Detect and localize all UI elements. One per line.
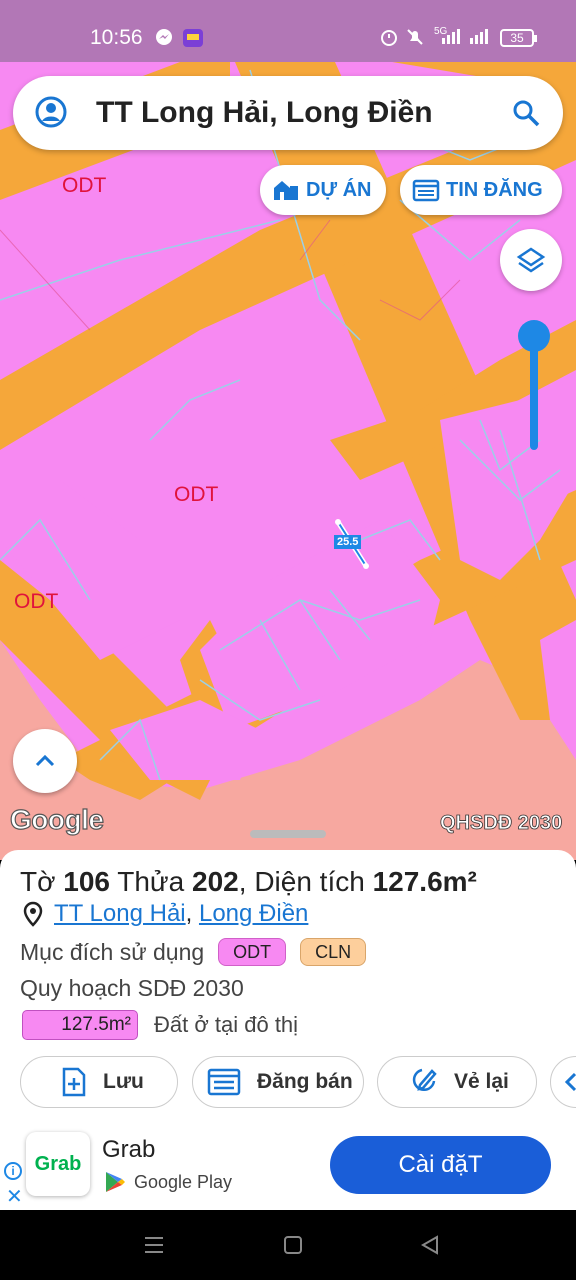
- ad-close-icon[interactable]: ✕: [6, 1184, 23, 1209]
- signal-icon: [440, 28, 492, 51]
- mute-bell-icon: [406, 28, 424, 51]
- building-icon: [274, 181, 298, 200]
- parcel-location: TT Long Hải, Long Điền: [22, 900, 308, 928]
- sheet-drag-handle[interactable]: [250, 830, 326, 838]
- alarm-icon: [380, 28, 398, 51]
- save-button[interactable]: Lưu: [20, 1056, 178, 1108]
- plan-label: Quy hoạch SDĐ 2030: [20, 975, 244, 1001]
- clock: 10:56: [90, 26, 143, 49]
- opacity-slider-handle[interactable]: [518, 320, 550, 352]
- parcel-info-sheet: Tờ 106 Thửa 202, Diện tích 127.6m² TT Lo…: [0, 850, 576, 1120]
- menu-icon[interactable]: [143, 1234, 165, 1256]
- more-actions-button[interactable]: [550, 1056, 576, 1108]
- app-notification-icon: [182, 28, 204, 53]
- projects-chip-label: DỰ ÁN: [306, 178, 372, 201]
- land-use-purpose: Mục đích sử dụng ODT CLN: [20, 938, 367, 966]
- back-icon[interactable]: [419, 1234, 441, 1256]
- home-icon[interactable]: [282, 1234, 304, 1256]
- plan-row: 127.5m² Đất ở tại đô thị: [22, 1010, 298, 1040]
- screen: ODT ODT ODT 25.5 Google QHSDĐ 2030 10:56…: [0, 0, 576, 1280]
- ad-app-name: Grab: [102, 1136, 156, 1163]
- grab-logo: Grab: [26, 1132, 90, 1196]
- purpose-tag-cln: CLN: [300, 938, 367, 966]
- expand-up-button[interactable]: [13, 729, 77, 793]
- redraw-label: Vẻ lại: [454, 1070, 509, 1093]
- battery-indicator: 35: [500, 29, 537, 47]
- location-separator: ,: [185, 900, 199, 927]
- opacity-slider-track[interactable]: [530, 340, 538, 450]
- google-play-icon: [106, 1172, 125, 1192]
- parcel-area: 127.6m²: [372, 866, 477, 897]
- purpose-tag-odt: ODT: [218, 938, 287, 966]
- map-label-odt: ODT: [62, 174, 107, 197]
- status-bar: 10:56 5G 35: [0, 0, 576, 62]
- listings-chip[interactable]: TIN ĐĂNG: [400, 165, 562, 215]
- google-attribution: Google: [9, 803, 104, 835]
- system-nav-bar: [0, 1210, 576, 1280]
- plan-area-badge: 127.5m²: [22, 1010, 138, 1040]
- map-label-odt: ODT: [174, 483, 219, 506]
- plan-layer-label: QHSDĐ 2030: [440, 812, 563, 835]
- search-location-title[interactable]: TT Long Hải, Long Điền: [96, 96, 433, 130]
- chevron-up-icon: [35, 754, 55, 767]
- layers-icon: [516, 247, 546, 273]
- projects-chip[interactable]: DỰ ÁN: [260, 165, 386, 215]
- area-label: Diện tích: [254, 866, 365, 897]
- install-button[interactable]: Cài đặT: [330, 1136, 551, 1194]
- district-link[interactable]: Long Điền: [199, 900, 308, 928]
- messenger-icon: [155, 28, 173, 51]
- purpose-label: Mục đích sử dụng: [20, 938, 205, 965]
- location-pin-icon: [23, 901, 43, 927]
- ad-banner[interactable]: i ✕ Grab Grab Google Play Cài đặT: [0, 1120, 576, 1210]
- account-icon[interactable]: [35, 96, 67, 128]
- chevron-left-icon: [564, 1072, 576, 1092]
- parcel-area-label: 25.5: [334, 535, 362, 549]
- map-label-odt: ODT: [14, 590, 59, 613]
- sheet-label: Tờ: [20, 866, 56, 897]
- commune-link[interactable]: TT Long Hải: [54, 900, 186, 928]
- layers-button[interactable]: [500, 229, 562, 291]
- listings-chip-label: TIN ĐĂNG: [446, 178, 543, 201]
- plan-description: Đất ở tại đô thị: [154, 1012, 299, 1037]
- post-for-sale-label: Đăng bán: [257, 1070, 353, 1093]
- ad-store-label: Google Play: [134, 1171, 233, 1192]
- lot-label: Thửa: [117, 866, 185, 897]
- search-bar[interactable]: TT Long Hải, Long Điền: [13, 76, 563, 150]
- lot-number: 202: [192, 866, 239, 897]
- ad-store: Google Play: [104, 1170, 232, 1194]
- add-file-icon: [62, 1067, 86, 1097]
- redraw-button[interactable]: Vẻ lại: [377, 1056, 537, 1108]
- calendar-list-icon: [412, 179, 440, 202]
- calendar-list-icon: [207, 1068, 241, 1096]
- parcel-title: Tờ 106 Thửa 202, Diện tích 127.6m²: [20, 866, 477, 897]
- search-icon[interactable]: [511, 98, 541, 128]
- save-label: Lưu: [103, 1070, 144, 1093]
- post-for-sale-button[interactable]: Đăng bán: [192, 1056, 364, 1108]
- draw-pen-icon: [412, 1068, 437, 1091]
- sheet-number: 106: [63, 866, 110, 897]
- ad-info-icon[interactable]: i: [4, 1162, 22, 1180]
